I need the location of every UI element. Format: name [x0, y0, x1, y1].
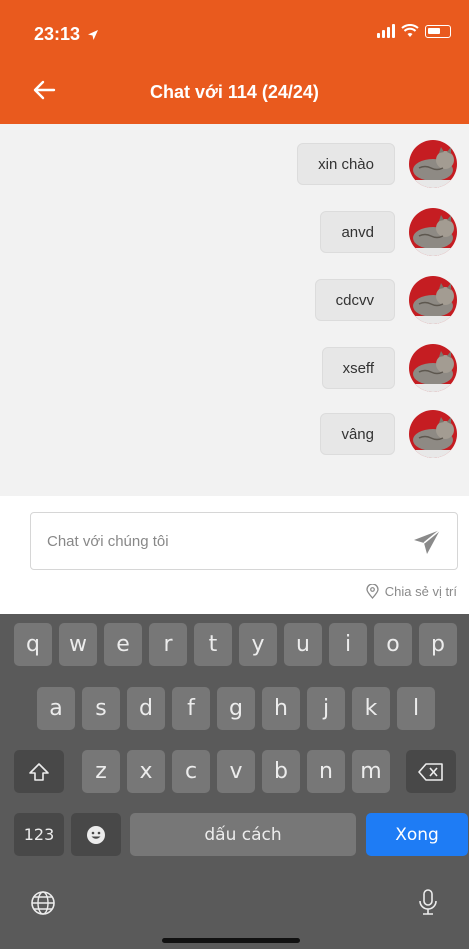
cat-avatar-icon [409, 208, 457, 256]
backspace-icon [418, 762, 443, 781]
key-p[interactable]: p [419, 623, 457, 666]
message-list[interactable]: xin chào anvd cdcvv xseff vâng [0, 124, 469, 496]
location-arrow-icon [88, 30, 99, 41]
message-bubble[interactable]: cdcvv [314, 279, 395, 321]
message-item: vâng [320, 410, 457, 458]
key-a[interactable]: a [37, 687, 75, 730]
key-w[interactable]: w [59, 623, 97, 666]
key-n[interactable]: n [307, 750, 345, 793]
key-v[interactable]: v [217, 750, 255, 793]
composer-area: Chia sẻ vị trí [0, 496, 469, 614]
emoji-key[interactable] [71, 813, 121, 856]
microphone-icon[interactable] [416, 888, 440, 916]
key-f[interactable]: f [172, 687, 210, 730]
status-time-text: 23:13 [34, 24, 81, 44]
home-indicator[interactable] [162, 938, 300, 943]
space-key[interactable]: dấu cách [130, 813, 356, 856]
chat-input[interactable] [47, 513, 397, 569]
done-key[interactable]: Xong [366, 813, 468, 856]
message-bubble[interactable]: xin chào [297, 143, 395, 185]
cat-avatar-icon [409, 276, 457, 324]
page-title: Chat với 114 (24/24) [150, 82, 319, 102]
wifi-icon [401, 24, 419, 37]
top-bar: 23:13 Chat với 114 (24/24) [0, 0, 469, 124]
avatar[interactable] [409, 276, 457, 324]
shift-icon [29, 762, 49, 781]
share-location-label: Chia sẻ vị trí [384, 584, 457, 599]
key-c[interactable]: c [172, 750, 210, 793]
cat-avatar-icon [409, 410, 457, 458]
send-icon[interactable] [413, 529, 441, 555]
message-bubble[interactable]: xseff [321, 347, 395, 389]
key-o[interactable]: o [374, 623, 412, 666]
message-item: cdcvv [314, 276, 457, 324]
signal-icon [377, 24, 395, 38]
key-e[interactable]: e [104, 623, 142, 666]
battery-icon [425, 24, 451, 38]
avatar[interactable] [409, 208, 457, 256]
message-bubble[interactable]: vâng [320, 413, 395, 455]
avatar[interactable] [409, 140, 457, 188]
cat-avatar-icon [409, 140, 457, 188]
globe-icon[interactable] [30, 890, 56, 916]
keyboard: q w e r t y u i o p a s d f g h j k l z … [0, 614, 469, 949]
emoji-icon [87, 825, 105, 844]
message-item: xin chào [297, 140, 457, 188]
key-y[interactable]: y [239, 623, 277, 666]
shift-key[interactable] [14, 750, 64, 793]
key-t[interactable]: t [194, 623, 232, 666]
key-k[interactable]: k [352, 687, 390, 730]
chat-input-box[interactable] [30, 512, 458, 570]
numbers-key[interactable]: 123 [14, 813, 64, 856]
cat-avatar-icon [409, 344, 457, 392]
key-i[interactable]: i [329, 623, 367, 666]
key-h[interactable]: h [262, 687, 300, 730]
avatar[interactable] [409, 344, 457, 392]
backspace-key[interactable] [406, 750, 456, 793]
key-l[interactable]: l [397, 687, 435, 730]
key-j[interactable]: j [307, 687, 345, 730]
message-item: anvd [320, 208, 457, 256]
location-pin-icon [366, 584, 379, 599]
message-bubble[interactable]: anvd [320, 211, 395, 253]
avatar[interactable] [409, 410, 457, 458]
key-z[interactable]: z [82, 750, 120, 793]
key-u[interactable]: u [284, 623, 322, 666]
message-item: xseff [321, 344, 457, 392]
status-time: 23:13 [34, 24, 99, 45]
share-location-link[interactable]: Chia sẻ vị trí [366, 584, 457, 599]
key-q[interactable]: q [14, 623, 52, 666]
key-x[interactable]: x [127, 750, 165, 793]
key-b[interactable]: b [262, 750, 300, 793]
key-g[interactable]: g [217, 687, 255, 730]
key-d[interactable]: d [127, 687, 165, 730]
key-m[interactable]: m [352, 750, 390, 793]
status-indicators [377, 24, 451, 38]
key-r[interactable]: r [149, 623, 187, 666]
key-s[interactable]: s [82, 687, 120, 730]
